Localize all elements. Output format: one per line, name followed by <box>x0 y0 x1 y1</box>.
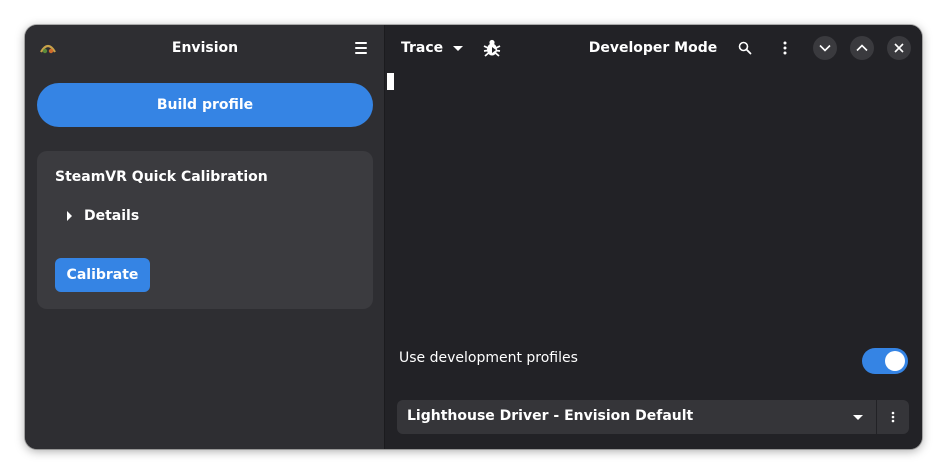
build-profile-button[interactable]: Build profile <box>37 83 373 127</box>
log-level-label: Trace <box>401 40 444 56</box>
expander-arrow-icon <box>67 211 72 221</box>
profile-more-button[interactable] <box>877 400 909 434</box>
profile-dropdown[interactable]: Lighthouse Driver - Envision Default <box>397 400 876 434</box>
sidebar-title: Envision <box>171 40 239 56</box>
calibrate-button[interactable]: Calibrate <box>55 258 150 292</box>
main-panel: Trace Developer Mode Use development pro… <box>385 25 922 449</box>
vertical-ellipsis-icon <box>891 411 895 423</box>
toggle-knob <box>885 351 905 371</box>
profile-selected-label: Lighthouse Driver - Envision Default <box>407 408 694 424</box>
vertical-ellipsis-icon[interactable] <box>773 36 797 60</box>
hamburger-menu-icon[interactable] <box>349 39 375 57</box>
calibration-card: SteamVR Quick Calibration Details Calibr… <box>37 151 373 309</box>
profile-selector: Lighthouse Driver - Envision Default <box>397 400 909 434</box>
chevron-down-icon <box>853 415 863 420</box>
search-icon[interactable] <box>733 36 757 60</box>
page-title: Developer Mode <box>588 40 718 56</box>
chevron-down-icon <box>453 45 464 51</box>
minimize-button[interactable] <box>813 36 837 60</box>
maximize-button[interactable] <box>850 36 874 60</box>
app-window: Envision Build profile SteamVR Quick Cal… <box>25 25 922 449</box>
sidebar-header: Envision <box>25 25 385 71</box>
sidebar: Envision Build profile SteamVR Quick Cal… <box>25 25 385 449</box>
chevron-up-icon <box>856 44 868 52</box>
details-expander[interactable]: Details <box>67 205 139 227</box>
dev-profiles-label: Use development profiles <box>399 350 578 366</box>
log-level-dropdown[interactable]: Trace <box>401 37 464 59</box>
build-profile-label: Build profile <box>156 97 254 113</box>
dev-profiles-toggle[interactable] <box>862 348 908 374</box>
chevron-down-icon <box>819 44 831 52</box>
details-label: Details <box>84 208 140 224</box>
calibrate-label: Calibrate <box>66 267 139 283</box>
bug-icon[interactable] <box>482 38 502 58</box>
close-icon <box>894 43 904 53</box>
log-view[interactable] <box>385 71 922 339</box>
text-cursor <box>387 73 394 90</box>
calibration-card-title: SteamVR Quick Calibration <box>55 169 268 185</box>
close-button[interactable] <box>887 36 911 60</box>
